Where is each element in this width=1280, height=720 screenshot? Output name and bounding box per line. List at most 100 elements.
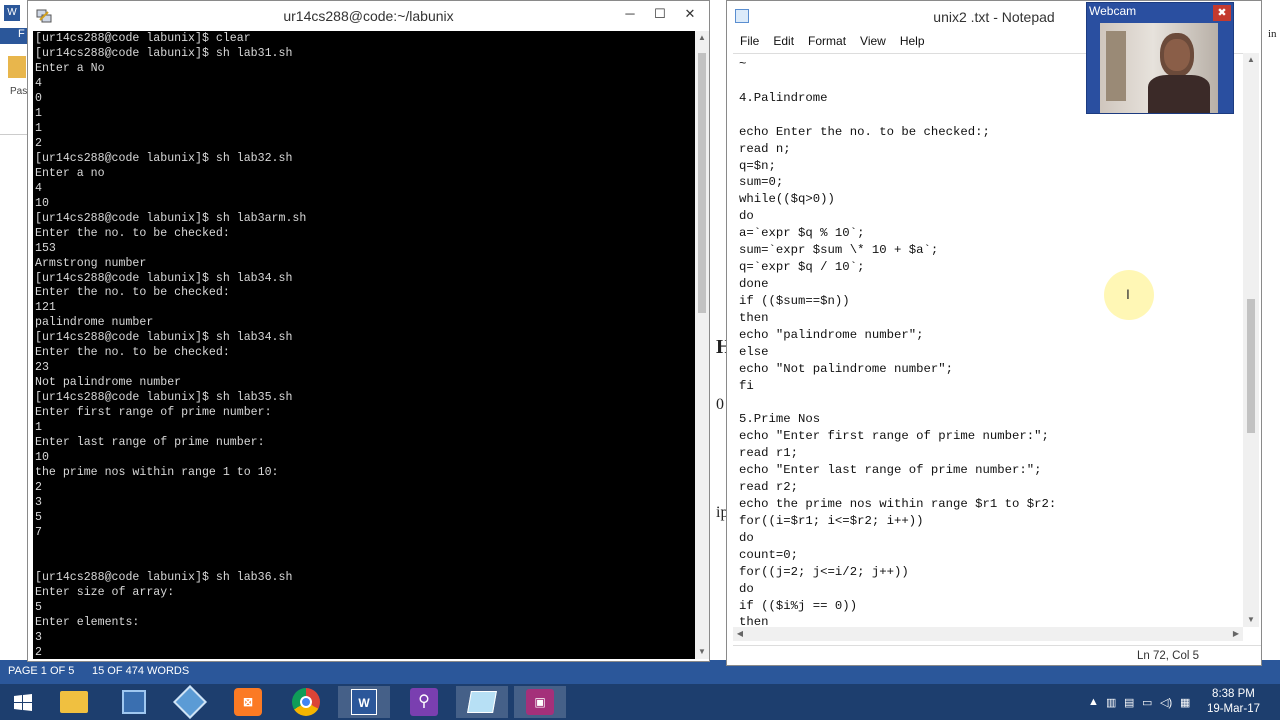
clock-date: 19-Mar-17 xyxy=(1206,703,1260,715)
menu-item-help[interactable]: Help xyxy=(893,31,932,51)
menu-item-edit[interactable]: Edit xyxy=(766,31,801,51)
word-icon[interactable]: W xyxy=(338,686,390,718)
notepad-line: sum=`expr $sum \* 10 + $a`; xyxy=(739,243,939,258)
virtualbox-icon[interactable] xyxy=(164,685,216,719)
terminal-line: 0 xyxy=(35,91,42,105)
terminal-line: palindrome number xyxy=(35,316,154,330)
scroll-up-icon[interactable]: ▲ xyxy=(695,31,709,45)
paste-label: Pas xyxy=(10,86,28,97)
scroll-down-icon[interactable]: ▼ xyxy=(695,645,709,659)
clock[interactable]: 8:38 PM 19-Mar-17 xyxy=(1207,687,1260,717)
webcam-app-icon[interactable]: ▣ xyxy=(514,686,566,718)
notepad-line: then xyxy=(739,310,769,325)
webcam-video-feed xyxy=(1100,23,1218,113)
ribbon-file-tab[interactable]: F xyxy=(0,28,30,44)
terminal-line: the prime nos within range 1 to 10: xyxy=(35,466,279,480)
network-status-icon[interactable]: ▥ xyxy=(1106,696,1116,709)
terminal-line: Enter a no xyxy=(35,166,105,180)
notepad-line: count=0; xyxy=(739,547,799,562)
terminal-line: 4 xyxy=(35,76,42,90)
terminal-line: 7 xyxy=(35,525,42,539)
menu-item-file[interactable]: File xyxy=(733,31,766,51)
terminal-line: Enter size of array: xyxy=(35,585,175,599)
maximize-button[interactable]: ☐ xyxy=(645,3,675,25)
putty-title: ur14cs288@code:~/labunix xyxy=(283,8,454,24)
putty-titlebar[interactable]: ur14cs288@code:~/labunix ─ ☐ ✕ xyxy=(28,1,709,31)
minimize-button[interactable]: ─ xyxy=(615,3,645,25)
notepad-line: done xyxy=(739,276,769,291)
file-explorer-icon[interactable] xyxy=(48,686,100,718)
terminal-line: 153 xyxy=(35,241,56,255)
word-count[interactable]: 15 OF 474 WORDS xyxy=(92,665,189,677)
taskbar: ⊠ W ⚲ ▣ ▲ ▥ ▤ ▭ ◁) ▦ 8:38 PM 19-Mar-17 xyxy=(0,684,1280,720)
terminal-scrollbar[interactable]: ▲ ▼ xyxy=(695,31,709,659)
ribbon-tab-label: F xyxy=(18,28,25,40)
terminal-screen[interactable]: [ur14cs288@code labunix]$ clear [ur14cs28… xyxy=(33,31,695,659)
terminal-line: 2 xyxy=(35,645,42,659)
notepad-line: fi xyxy=(739,378,754,393)
volume-icon[interactable]: ◁) xyxy=(1160,696,1172,709)
notepad-line: echo "Enter last range of prime number:"… xyxy=(739,463,1042,478)
terminal-line: [ur14cs288@code labunix]$ clear xyxy=(35,32,251,45)
notepad-line: sum=0; xyxy=(739,175,784,190)
notepad-line: for((j=2; j<=i/2; j++)) xyxy=(739,564,909,579)
scroll-left-icon[interactable]: ◀ xyxy=(733,627,747,641)
keyboard-icon[interactable]: ▦ xyxy=(1180,696,1190,709)
notepad-line xyxy=(739,394,1237,411)
scroll-down-icon[interactable]: ▼ xyxy=(1243,613,1259,627)
clock-time: 8:38 PM xyxy=(1212,688,1255,700)
terminal-line: [ur14cs288@code labunix]$ sh lab3arm.sh xyxy=(35,211,307,225)
terminal-line: [ur14cs288@code labunix]$ sh lab36.sh xyxy=(35,570,293,584)
mouse-cursor-highlight: I xyxy=(1104,270,1154,320)
notepad-line: while(($q>0)) xyxy=(739,192,835,207)
show-hidden-icons-icon[interactable]: ▲ xyxy=(1088,696,1099,708)
notepad-line: echo "palindrome number"; xyxy=(739,327,924,342)
terminal-line: 4 xyxy=(35,181,42,195)
webcam-window[interactable]: Webcam ✖ xyxy=(1086,2,1234,114)
notepad-line: read n; xyxy=(739,141,791,156)
close-icon[interactable]: ✖ xyxy=(1213,5,1231,21)
paste-icon[interactable] xyxy=(8,56,26,78)
close-button[interactable]: ✕ xyxy=(675,3,705,25)
action-center-icon[interactable]: ▤ xyxy=(1124,696,1134,709)
terminal-line: 3 xyxy=(35,496,42,510)
terminal-line: Enter a No xyxy=(35,61,105,75)
terminal-line: 2 xyxy=(35,481,42,495)
terminal-line: [ur14cs288@code labunix]$ sh lab34.sh xyxy=(35,271,293,285)
start-button[interactable] xyxy=(8,692,38,714)
notepad-line: if (($i%j == 0)) xyxy=(739,598,858,613)
windows-logo-icon xyxy=(14,694,32,711)
scrollbar-thumb[interactable] xyxy=(1247,299,1255,433)
scroll-up-icon[interactable]: ▲ xyxy=(1243,53,1259,67)
menu-item-view[interactable]: View xyxy=(853,31,893,51)
page-count[interactable]: PAGE 1 OF 5 xyxy=(8,665,74,677)
word-icon: W xyxy=(4,5,20,21)
terminal-line: 121 xyxy=(35,301,56,315)
notepad-line: 5.Prime Nos xyxy=(739,412,821,427)
terminal-line: 23 xyxy=(35,361,49,375)
notepad-line: echo Enter the no. to be checked:; xyxy=(739,124,990,139)
text-cursor-icon: I xyxy=(1126,286,1130,302)
terminal-line: Enter last range of prime number: xyxy=(35,436,265,450)
menu-item-format[interactable]: Format xyxy=(801,31,853,51)
search-icon[interactable]: ⚲ xyxy=(398,686,450,718)
notepad-vertical-scrollbar[interactable]: ▲ ▼ xyxy=(1243,53,1259,627)
notepad-icon[interactable] xyxy=(456,686,508,718)
terminal-line: 3 xyxy=(35,630,42,644)
xampp-icon[interactable]: ⊠ xyxy=(222,686,274,718)
battery-icon[interactable]: ▭ xyxy=(1142,696,1152,709)
notepad-line: else xyxy=(739,344,769,359)
scroll-right-icon[interactable]: ▶ xyxy=(1229,627,1243,641)
putty-terminal-window[interactable]: ur14cs288@code:~/labunix ─ ☐ ✕ [ur14cs28… xyxy=(27,0,710,662)
network-icon[interactable] xyxy=(108,686,160,718)
scrollbar-thumb[interactable] xyxy=(698,53,706,313)
webcam-title: Webcam xyxy=(1089,4,1137,18)
terminal-line: Enter elements: xyxy=(35,615,140,629)
terminal-line: 5 xyxy=(35,600,42,614)
notepad-horizontal-scrollbar[interactable]: ◀ ▶ xyxy=(733,627,1243,641)
chrome-icon[interactable] xyxy=(280,686,332,718)
notepad-line: q=$n; xyxy=(739,158,776,173)
notepad-text-area[interactable]: ~4.Palindrome echo Enter the no. to be ch… xyxy=(733,53,1243,625)
notepad-line: do xyxy=(739,209,754,224)
